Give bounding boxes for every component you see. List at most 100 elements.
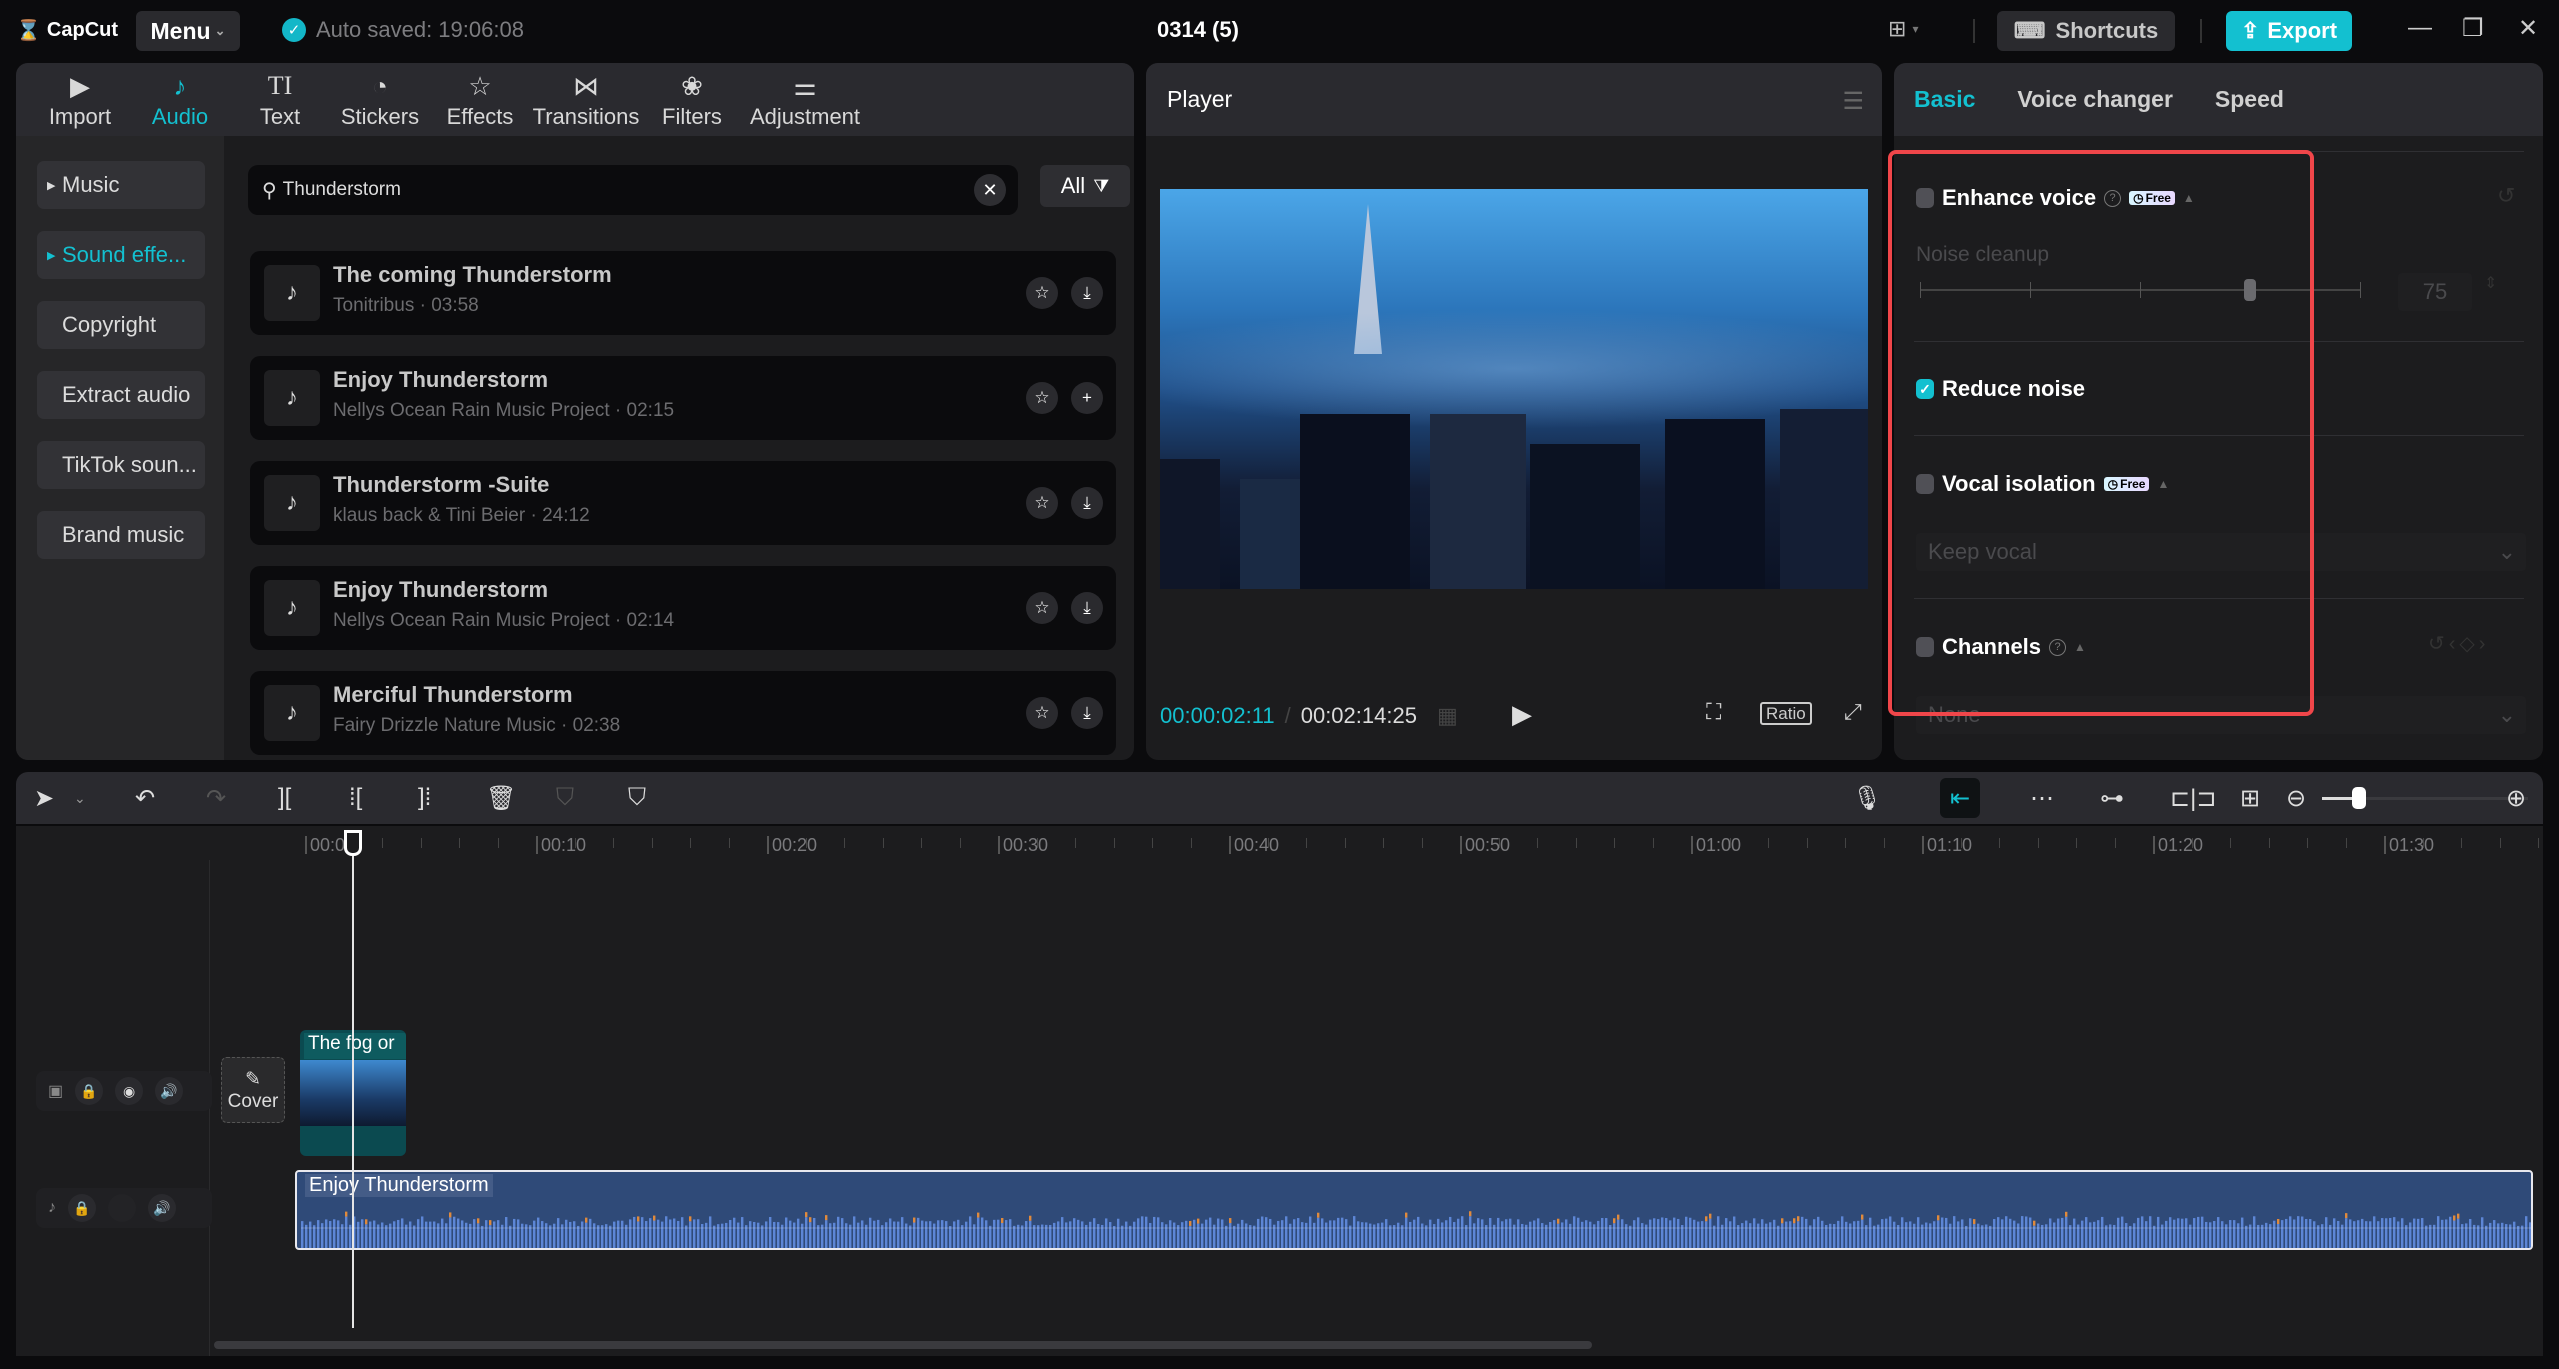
favorite-star-icon[interactable]: ☆: [1026, 382, 1058, 414]
volume-icon[interactable]: 🔊: [148, 1194, 176, 1222]
zoom-out-icon[interactable]: ⊖: [2286, 784, 2306, 813]
category-brand-music[interactable]: Brand music: [37, 511, 205, 559]
audio-clip[interactable]: Enjoy Thunderstorm: [295, 1170, 2533, 1250]
favorite-star-icon[interactable]: ☆: [1026, 592, 1058, 624]
waveform-bar: [1261, 1216, 1264, 1248]
waveform-bar: [1173, 1222, 1176, 1248]
redo-icon[interactable]: ↷: [206, 784, 226, 813]
lock-icon[interactable]: 🔒: [75, 1077, 104, 1105]
category-extract-audio[interactable]: Extract audio: [37, 371, 205, 419]
waveform-bar: [597, 1225, 600, 1248]
lock-icon[interactable]: 🔒: [68, 1194, 96, 1222]
tab-transitions[interactable]: ⋈ Transitions: [530, 63, 642, 136]
list-item[interactable]: ♪ Enjoy Thunderstorm Nellys Ocean Rain M…: [250, 566, 1116, 650]
layout-icon: ⊞: [1888, 16, 1907, 41]
zoom-preview-icon[interactable]: ⛶: [1706, 699, 1721, 725]
favorite-star-icon[interactable]: ☆: [1026, 487, 1058, 519]
marker-icon[interactable]: ⛉: [628, 784, 646, 812]
link-icon[interactable]: ⊶: [2100, 784, 2124, 813]
download-icon[interactable]: ⤓: [1071, 697, 1103, 729]
restore-icon[interactable]: ❐: [2462, 14, 2484, 43]
filter-button[interactable]: All ⧩: [1040, 165, 1130, 207]
download-icon[interactable]: ⤓: [1071, 487, 1103, 519]
ai-mask-icon[interactable]: ⛉: [556, 784, 574, 812]
category-sound-effects[interactable]: ▶ Sound effe...: [37, 231, 205, 279]
minimize-icon[interactable]: —: [2408, 14, 2432, 42]
download-icon[interactable]: ⤓: [1071, 592, 1103, 624]
cover-button[interactable]: ✎ Cover: [221, 1057, 285, 1123]
trim-left-icon[interactable]: ⁞[: [349, 784, 362, 812]
waveform-bar: [1009, 1219, 1012, 1248]
noise-cleanup-value[interactable]: 75: [2398, 273, 2472, 311]
volume-icon[interactable]: 🔊: [155, 1077, 184, 1105]
playhead[interactable]: [352, 834, 354, 1328]
edit-pencil-icon: ✎: [245, 1068, 261, 1090]
favorite-star-icon[interactable]: ☆: [1026, 277, 1058, 309]
waveform-peak: [1937, 1215, 1940, 1221]
split-screen-icon[interactable]: ⊏|⊐: [2170, 784, 2216, 813]
waveform-bar: [1657, 1219, 1660, 1248]
keyframe-icon[interactable]: ↺‹◇›: [2428, 631, 2489, 656]
menu-icon[interactable]: ☰: [1842, 87, 1864, 116]
list-item[interactable]: ♪ Thunderstorm -Suite klaus back & Tini …: [250, 461, 1116, 545]
list-item[interactable]: ♪ Enjoy Thunderstorm Nellys Ocean Rain M…: [250, 356, 1116, 440]
shortcuts-button[interactable]: ⌨ Shortcuts: [1997, 11, 2175, 51]
waveform-bar: [2181, 1218, 2184, 1248]
frame-grid-icon[interactable]: ▦: [1437, 703, 1458, 729]
preview-axis-icon[interactable]: ⊞: [2240, 784, 2260, 813]
fullscreen-icon[interactable]: ⤢: [1844, 699, 1862, 725]
add-icon[interactable]: +: [1071, 382, 1103, 414]
tab-speed[interactable]: Speed: [2215, 86, 2284, 113]
video-preview[interactable]: [1160, 189, 1868, 589]
main-track-magnet-icon[interactable]: ⇤: [1940, 778, 1980, 818]
filter-icon: ⧩: [1093, 175, 1110, 196]
tab-voice-changer[interactable]: Voice changer: [2017, 86, 2173, 113]
layout-button[interactable]: ⊞ ▾: [1888, 16, 1918, 42]
favorite-star-icon[interactable]: ☆: [1026, 697, 1058, 729]
list-item[interactable]: ♪ The coming Thunderstorm Tonitribus · 0…: [250, 251, 1116, 335]
close-icon[interactable]: ✕: [2518, 14, 2538, 43]
undo-icon[interactable]: ↶: [135, 784, 155, 813]
divider: [2200, 19, 2202, 43]
clear-search-button[interactable]: ✕: [974, 174, 1006, 206]
tab-text[interactable]: TI Text: [230, 63, 330, 136]
search-input[interactable]: ⚲ Thunderstorm ✕: [248, 165, 1018, 215]
play-button[interactable]: ▶: [1512, 699, 1532, 730]
delete-icon[interactable]: 🗑: [486, 784, 516, 813]
ruler-label: 00:10: [536, 836, 586, 854]
timeline-ruler[interactable]: 00:00 00:10 00:20 00:30 00:40 00:50 01:00 01:10…: [16, 826, 2543, 860]
horizontal-scrollbar[interactable]: [214, 1341, 1592, 1349]
chevron-down-icon[interactable]: ⌄: [74, 790, 86, 807]
tab-audio[interactable]: ♪ Audio: [130, 63, 230, 136]
stepper-icon[interactable]: ⇕: [2484, 273, 2497, 293]
tab-adjustment[interactable]: ⚌ Adjustment: [742, 63, 868, 136]
split-icon[interactable]: ][: [278, 784, 291, 812]
list-item[interactable]: ♪ Merciful Thunderstorm Fairy Drizzle Na…: [250, 671, 1116, 755]
tab-basic[interactable]: Basic: [1914, 86, 1975, 113]
waveform-bar: [2325, 1217, 2328, 1248]
download-icon[interactable]: ⤓: [1071, 277, 1103, 309]
tab-filters[interactable]: ❀ Filters: [642, 63, 742, 136]
zoom-slider[interactable]: [2322, 787, 2528, 809]
tab-effects[interactable]: ☆ Effects: [430, 63, 530, 136]
zoom-slider-knob[interactable]: [2352, 787, 2367, 809]
select-tool-icon[interactable]: ➤: [34, 784, 54, 813]
playhead-handle[interactable]: [344, 830, 362, 856]
ratio-button[interactable]: Ratio: [1760, 699, 1812, 725]
waveform-bar: [1149, 1222, 1152, 1248]
microphone-icon[interactable]: 🎙: [1852, 784, 1882, 813]
trim-right-icon[interactable]: ]⁞: [418, 784, 431, 812]
tab-import[interactable]: ▶ Import: [30, 63, 130, 136]
category-tiktok-sounds[interactable]: TikTok soun...: [37, 441, 205, 489]
category-copyright[interactable]: Copyright: [37, 301, 205, 349]
waveform-bar: [401, 1218, 404, 1248]
reset-icon[interactable]: ↺: [2497, 183, 2515, 209]
menu-button[interactable]: Menu ⌄: [136, 11, 240, 51]
tab-stickers[interactable]: ◔ Stickers: [330, 63, 430, 136]
waveform-bar: [589, 1218, 592, 1248]
category-music[interactable]: ▶ Music: [37, 161, 205, 209]
auto-snap-icon[interactable]: ⋯: [2030, 784, 2054, 813]
eye-icon[interactable]: ◉: [115, 1077, 144, 1105]
export-button[interactable]: ⇪ Export: [2226, 11, 2352, 51]
zoom-in-icon[interactable]: ⊕: [2506, 784, 2526, 813]
